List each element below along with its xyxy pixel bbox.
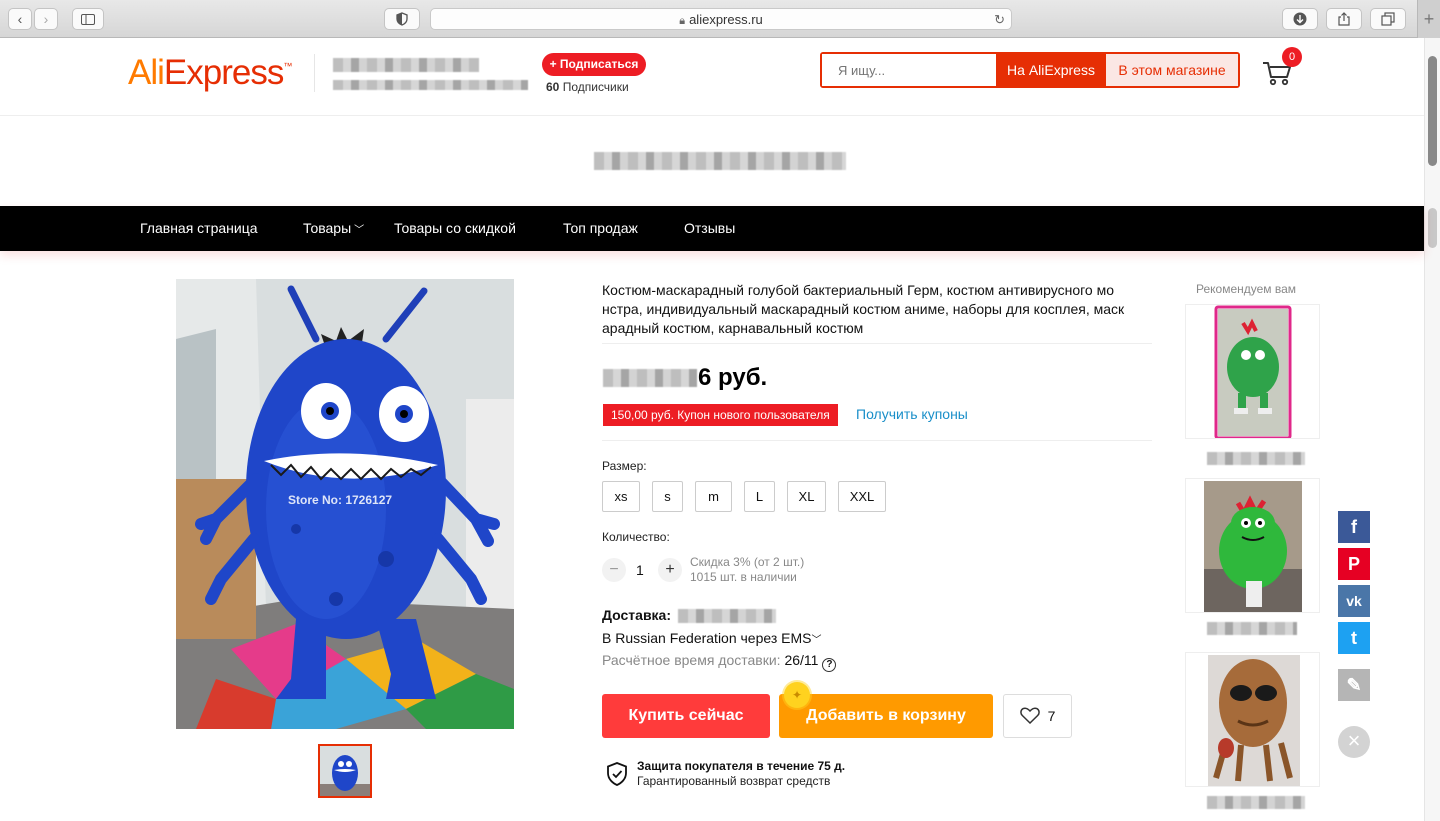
search-store-button[interactable]: В этом магазине xyxy=(1106,54,1238,86)
recommended-item[interactable] xyxy=(1185,652,1320,787)
nav-products[interactable]: Товары ﹀ xyxy=(303,206,364,253)
header-divider xyxy=(314,54,315,92)
reload-icon[interactable]: ↻ xyxy=(994,9,1005,30)
price-blurred xyxy=(603,369,697,387)
close-share-button[interactable]: × xyxy=(1338,726,1370,758)
vk-share-button[interactable]: vk xyxy=(1338,585,1370,617)
browser-toolbar: ‹ › 🔒︎ aliexpress.ru ↻ + xyxy=(0,0,1440,38)
recommended-item[interactable] xyxy=(1185,304,1320,439)
size-option-xl[interactable]: XL xyxy=(787,481,826,512)
edit-share-button[interactable]: ✎ xyxy=(1338,669,1370,701)
nav-home[interactable]: Главная страница xyxy=(140,206,258,251)
twitter-share-button[interactable]: t xyxy=(1338,622,1370,654)
heart-icon xyxy=(1019,707,1040,725)
quantity-decrease-button[interactable]: − xyxy=(602,558,626,582)
followers-count: 60 Подписчики xyxy=(546,80,629,94)
new-tab-button[interactable]: + xyxy=(1417,0,1440,38)
sidebar-toggle-icon[interactable] xyxy=(72,8,104,30)
image-watermark: Store No: 1726127 xyxy=(288,493,392,507)
buy-now-button[interactable]: Купить сейчас xyxy=(602,694,770,738)
size-option-l[interactable]: L xyxy=(744,481,775,512)
search-box: На AliExpress В этом магазине xyxy=(820,52,1240,88)
nav-discounts[interactable]: Товары со скидкой xyxy=(394,206,516,251)
facebook-share-button[interactable]: f xyxy=(1338,511,1370,543)
quantity-label: Количество: xyxy=(602,530,670,544)
size-label: Размер: xyxy=(602,459,647,473)
discount-info: Скидка 3% (от 2 шт.) xyxy=(690,555,805,569)
address-bar[interactable]: 🔒︎ aliexpress.ru ↻ xyxy=(430,8,1012,30)
size-option-xxl[interactable]: XXL xyxy=(838,481,886,512)
get-coupons-link[interactable]: Получить купоны xyxy=(856,406,968,422)
help-icon[interactable]: ? xyxy=(822,658,837,672)
coupon-badge: 150,00 руб. Купон нового пользователя xyxy=(603,404,838,426)
scrollbar-thumb-secondary[interactable] xyxy=(1428,208,1437,248)
product-price: 6 руб. xyxy=(698,364,768,391)
divider xyxy=(602,343,1152,344)
tabs-overview-icon[interactable] xyxy=(1370,8,1406,30)
recommended-price-blurred xyxy=(1207,452,1305,465)
cart-count-badge: 0 xyxy=(1282,47,1302,67)
stock-info: 1015 шт. в наличии xyxy=(690,570,797,584)
delivery-eta: Расчётное время доставки: 26/11? xyxy=(602,652,837,672)
store-nav: Главная страница Товары ﹀ Товары со скидк… xyxy=(0,206,1424,251)
pinterest-share-button[interactable]: P xyxy=(1338,548,1370,580)
store-rating-blurred xyxy=(333,80,528,90)
facebook-icon: f xyxy=(1351,517,1357,537)
download-icon[interactable] xyxy=(1282,8,1318,30)
buyer-protection-title: Защита покупателя в течение 75 д. xyxy=(637,759,846,773)
pencil-icon: ✎ xyxy=(1346,675,1362,695)
chevron-down-icon: ﹀ xyxy=(811,635,822,646)
size-option-s[interactable]: s xyxy=(652,481,683,512)
quantity-info: Скидка 3% (от 2 шт.) 1015 шт. в наличии xyxy=(690,555,804,585)
pinterest-icon: P xyxy=(1347,554,1360,574)
delivery-cost-blurred xyxy=(678,609,776,623)
delivery-title: Доставка: xyxy=(602,607,672,623)
url-text: aliexpress.ru xyxy=(689,12,763,27)
twitter-icon: t xyxy=(1351,628,1357,648)
page-scrollbar[interactable] xyxy=(1424,38,1440,821)
quantity-increase-button[interactable]: + xyxy=(658,558,682,582)
size-option-m[interactable]: m xyxy=(695,481,732,512)
scrollbar-thumb[interactable] xyxy=(1428,56,1437,166)
recommended-price-blurred xyxy=(1207,622,1297,635)
delivery-method-dropdown[interactable]: В Russian Federation через EMS﹀ xyxy=(602,630,822,646)
back-button[interactable]: ‹ xyxy=(8,8,32,30)
divider xyxy=(602,440,1152,441)
aliexpress-logo[interactable]: AliExpress™ xyxy=(128,53,292,93)
lock-icon: 🔒︎ xyxy=(679,15,686,27)
store-header: AliExpress™ + Подписаться 60 Подписчики … xyxy=(0,38,1424,116)
search-input[interactable] xyxy=(822,54,996,86)
product-main-image[interactable]: Store No: 1726127 xyxy=(176,279,514,729)
quantity-value[interactable]: 1 xyxy=(636,562,644,578)
nav-top-sales[interactable]: Топ продаж xyxy=(563,206,638,251)
store-banner xyxy=(0,116,1424,206)
share-icon[interactable] xyxy=(1326,8,1362,30)
product-thumbnail[interactable] xyxy=(318,744,372,798)
recommended-price-blurred xyxy=(1207,796,1305,809)
store-banner-title-blurred xyxy=(594,152,846,170)
add-to-cart-button[interactable]: Добавить в корзину xyxy=(779,694,993,738)
recommended-title: Рекомендуем вам xyxy=(1196,282,1297,296)
close-icon: × xyxy=(1347,728,1361,753)
nav-reviews[interactable]: Отзывы xyxy=(684,206,735,251)
cursor-highlight-icon: ✦ xyxy=(784,682,810,708)
shield-icon[interactable] xyxy=(384,8,420,30)
recommended-item[interactable] xyxy=(1185,478,1320,613)
size-option-xs[interactable]: xs xyxy=(602,481,640,512)
vk-icon: vk xyxy=(1346,593,1362,609)
store-name-blurred[interactable] xyxy=(333,58,479,72)
subscribe-button[interactable]: + Подписаться xyxy=(542,53,646,76)
buyer-protection-subtitle: Гарантированный возврат средств xyxy=(637,774,831,788)
forward-button[interactable]: › xyxy=(34,8,58,30)
search-aliexpress-button[interactable]: На AliExpress xyxy=(996,54,1106,86)
product-title: Костюм-маскарадный голубой бактериальный… xyxy=(602,282,1125,336)
chevron-down-icon: ﹀ xyxy=(354,225,365,236)
wishlist-button[interactable]: 7 xyxy=(1003,694,1072,738)
shield-check-icon xyxy=(607,762,627,786)
